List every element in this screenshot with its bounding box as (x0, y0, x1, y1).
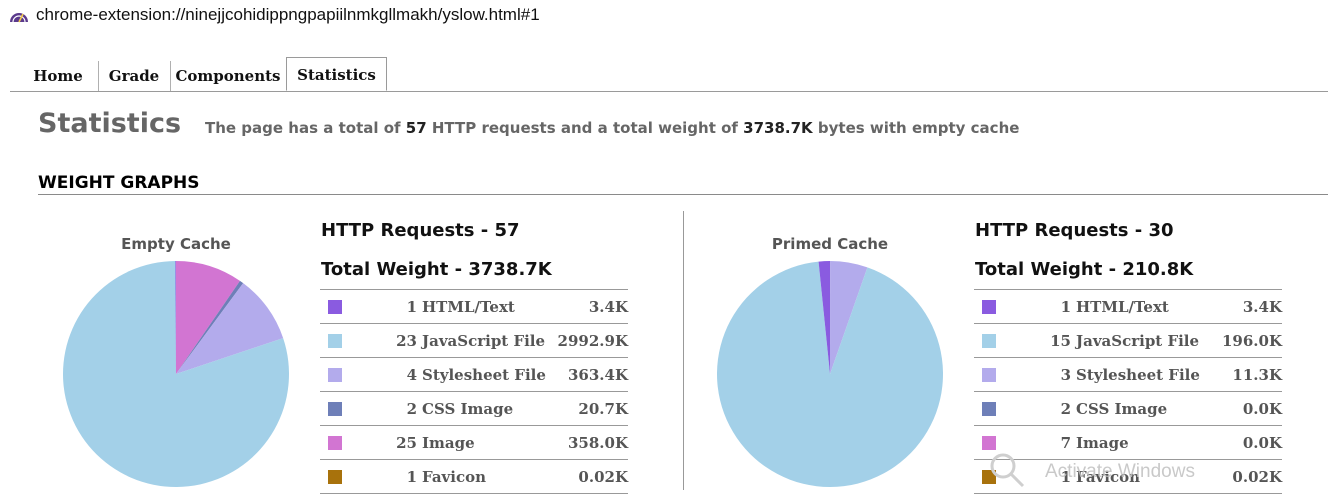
tab-grade[interactable]: Grade (98, 61, 171, 91)
stat-row: 3 Stylesheet File 11.3K (974, 358, 1282, 392)
stat-row: 25 Image 358.0K (320, 426, 628, 460)
component-size: 11.3K (1232, 366, 1282, 384)
empty-cache-pie-chart (62, 260, 290, 488)
component-type: Favicon (422, 468, 486, 486)
component-type: HTML/Text (1076, 298, 1169, 316)
page-title: Statistics (38, 108, 181, 139)
component-size: 2992.9K (558, 332, 628, 350)
legend-swatch (982, 402, 996, 416)
tab-components[interactable]: Components (170, 61, 286, 91)
summary-mid: HTTP requests and a total weight of (427, 119, 743, 137)
legend-swatch (328, 436, 342, 450)
request-count: 1 (1061, 298, 1071, 316)
legend-swatch (328, 402, 342, 416)
component-size: 358.0K (568, 434, 628, 452)
stat-row: 4 Stylesheet File 363.4K (320, 358, 628, 392)
stat-row: 2 CSS Image 0.0K (974, 392, 1282, 426)
request-count: 1 (407, 468, 417, 486)
empty-weight-title: Total Weight - 3738.7K (321, 259, 552, 280)
legend-swatch (982, 368, 996, 382)
empty-cache-label: Empty Cache (96, 235, 256, 253)
legend-swatch (328, 300, 342, 314)
component-type: Image (1076, 434, 1129, 452)
stat-row: 1 HTML/Text 3.4K (974, 290, 1282, 324)
summary-pre: The page has a total of (205, 119, 406, 137)
request-count: 15 (1050, 332, 1071, 350)
component-size: 0.02K (578, 468, 628, 486)
component-type: CSS Image (422, 400, 513, 418)
activate-windows-icon (985, 452, 1029, 488)
component-type: Image (422, 434, 475, 452)
component-type: JavaScript File (1076, 332, 1199, 350)
stat-row: 1 Favicon 0.02K (320, 460, 628, 494)
request-count: 4 (407, 366, 417, 384)
component-type: Stylesheet File (1076, 366, 1200, 384)
request-count: 23 (396, 332, 417, 350)
primed-requests-title: HTTP Requests - 30 (975, 220, 1174, 241)
component-size: 20.7K (578, 400, 628, 418)
component-size: 196.0K (1222, 332, 1282, 350)
summary-text: The page has a total of 57 HTTP requests… (205, 119, 1019, 137)
section-title: WEIGHT GRAPHS (38, 173, 200, 193)
stat-row: 1 HTML/Text 3.4K (320, 290, 628, 324)
component-type: CSS Image (1076, 400, 1167, 418)
component-size: 3.4K (589, 298, 628, 316)
activate-windows-watermark: Activate Windows (1045, 461, 1195, 483)
primed-weight-title: Total Weight - 210.8K (975, 259, 1193, 280)
legend-swatch (982, 334, 996, 348)
primed-cache-pie-chart (716, 260, 944, 488)
legend-swatch (982, 300, 996, 314)
yslow-extension-icon (8, 4, 30, 26)
component-type: HTML/Text (422, 298, 515, 316)
legend-swatch (328, 470, 342, 484)
request-count: 3 (1061, 366, 1071, 384)
legend-swatch (328, 334, 342, 348)
section-divider (38, 194, 1328, 195)
stat-row: 15 JavaScript File 196.0K (974, 324, 1282, 358)
stat-row: 2 CSS Image 20.7K (320, 392, 628, 426)
request-count: 25 (396, 434, 417, 452)
empty-requests-title: HTTP Requests - 57 (321, 220, 520, 241)
stat-row: 23 JavaScript File 2992.9K (320, 324, 628, 358)
component-size: 0.0K (1243, 400, 1282, 418)
vertical-divider (683, 211, 684, 490)
request-count: 2 (407, 400, 417, 418)
legend-swatch (328, 368, 342, 382)
request-count: 2 (1061, 400, 1071, 418)
summary-weight: 3738.7K (743, 119, 813, 137)
request-count: 1 (407, 298, 417, 316)
component-size: 3.4K (1243, 298, 1282, 316)
component-type: JavaScript File (422, 332, 545, 350)
tab-home[interactable]: Home (18, 61, 99, 91)
primed-cache-label: Primed Cache (750, 235, 910, 253)
empty-cache-table: 1 HTML/Text 3.4K 23 JavaScript File 2992.9K 4S… (320, 289, 628, 494)
summary-requests: 57 (406, 119, 427, 137)
tab-statistics[interactable]: Statistics (286, 57, 387, 91)
url-text[interactable]: chrome-extension://ninejjcohidippngpapii… (36, 5, 540, 25)
component-size: 0.0K (1243, 434, 1282, 452)
component-type: Stylesheet File (422, 366, 546, 384)
tab-bar: Home Grade Components Statistics (10, 57, 1328, 92)
component-size: 0.02K (1232, 468, 1282, 486)
address-bar[interactable]: chrome-extension://ninejjcohidippngpapii… (0, 0, 1328, 30)
legend-swatch (982, 436, 996, 450)
request-count: 7 (1061, 434, 1071, 452)
summary-post: bytes with empty cache (813, 119, 1020, 137)
component-size: 363.4K (568, 366, 628, 384)
